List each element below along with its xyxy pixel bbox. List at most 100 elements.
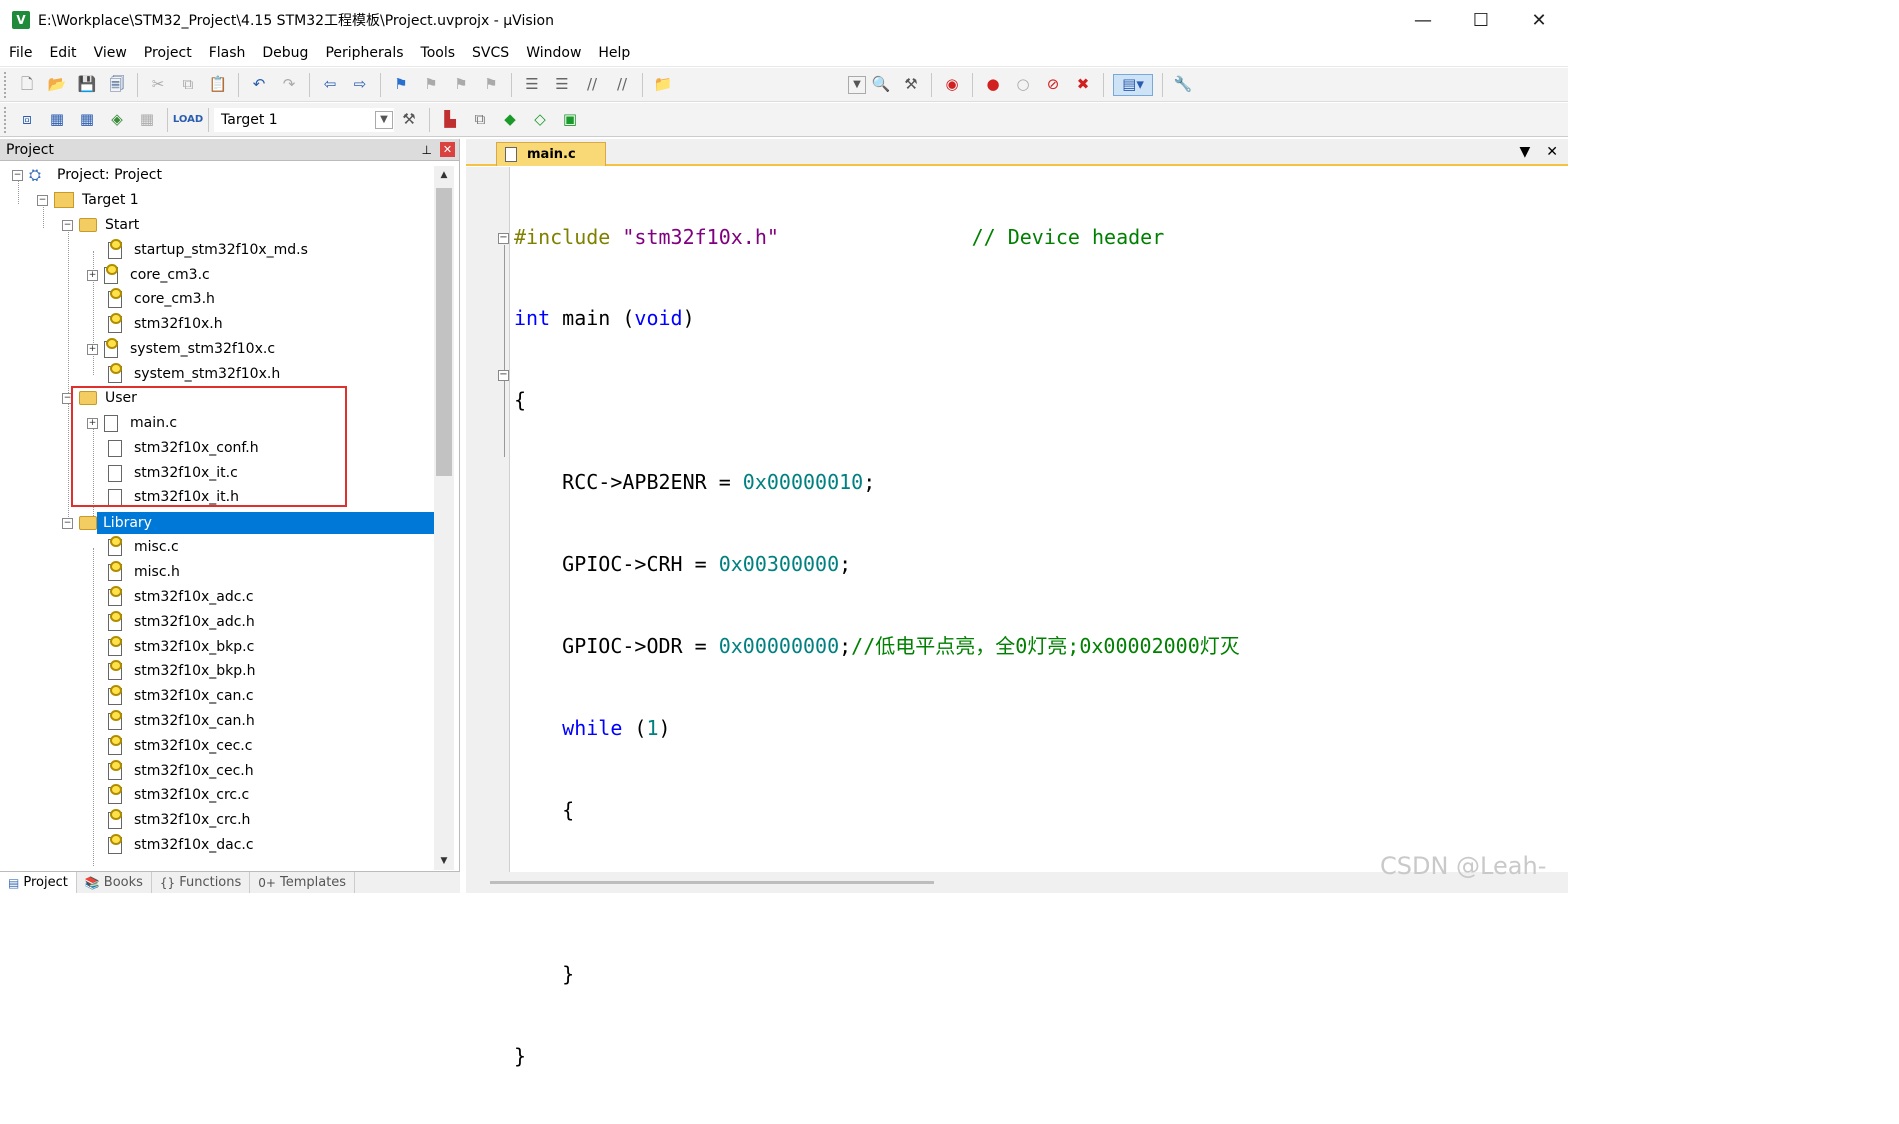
menu-tools[interactable]: Tools	[412, 45, 464, 61]
cut-icon[interactable]: ✂	[147, 74, 169, 96]
navigate-forward-icon[interactable]: ⇨	[349, 74, 371, 96]
code-content[interactable]: #include "stm32f10x.h" // Device header …	[514, 169, 1240, 1124]
paste-icon[interactable]: 📋	[207, 74, 229, 96]
kill-breakpoints-icon[interactable]: ✖	[1072, 74, 1094, 96]
code-editor[interactable]: − − #include "stm32f10x.h" // Device hea…	[466, 167, 1568, 1068]
project-tree-scrollbar[interactable]: ▲ ▼	[434, 166, 454, 870]
tree-file[interactable]: system_stm32f10x.h	[108, 362, 280, 386]
insert-breakpoint-icon[interactable]: ●	[982, 74, 1004, 96]
select-software-packs-icon[interactable]: ◇	[529, 109, 551, 131]
scroll-up-icon[interactable]: ▲	[434, 166, 454, 184]
menu-edit[interactable]: Edit	[40, 45, 84, 61]
close-window-button[interactable]: ✕	[1510, 0, 1568, 40]
pack-installer-icon[interactable]: ▣	[559, 109, 581, 131]
new-file-icon[interactable]: 🗋	[16, 74, 38, 96]
tree-file[interactable]: stm32f10x_bkp.h	[108, 659, 255, 683]
tree-file[interactable]: stm32f10x_crc.h	[108, 808, 250, 832]
menu-help[interactable]: Help	[589, 45, 638, 61]
redo-icon[interactable]: ↷	[278, 74, 300, 96]
tab-list-icon[interactable]: ▼	[1519, 144, 1530, 160]
open-file-icon[interactable]: 📂	[46, 74, 68, 96]
tree-file[interactable]: stm32f10x_crc.c	[108, 783, 249, 807]
collapse-icon[interactable]: −	[12, 169, 23, 181]
tree-group-library[interactable]: − Library	[62, 511, 434, 535]
tree-file[interactable]: stm32f10x_adc.c	[108, 585, 254, 609]
unindent-icon[interactable]: ☰	[551, 74, 573, 96]
tree-file[interactable]: startup_stm32f10x_md.s	[108, 238, 308, 262]
save-all-icon[interactable]: 🗐	[106, 74, 128, 96]
expand-icon[interactable]: +	[87, 269, 98, 281]
find-in-files-icon[interactable]: 📁	[652, 74, 674, 96]
manage-project-items-icon[interactable]: ▙	[439, 109, 461, 131]
menu-project[interactable]: Project	[135, 45, 200, 61]
fold-toggle-icon[interactable]: −	[498, 233, 509, 244]
menu-svcs[interactable]: SVCS	[463, 45, 517, 61]
target-select[interactable]: Target 1 ▼	[214, 107, 394, 132]
scrollbar-thumb[interactable]	[490, 881, 934, 884]
tree-file[interactable]: stm32f10x_dac.c	[108, 833, 254, 857]
tree-file[interactable]: stm32f10x_cec.h	[108, 759, 254, 783]
target-options-icon[interactable]: ⚒	[398, 109, 420, 131]
tree-file[interactable]: stm32f10x_adc.h	[108, 610, 255, 634]
minimize-button[interactable]: —	[1394, 0, 1452, 40]
tree-file[interactable]: core_cm3.h	[108, 287, 215, 311]
pin-icon[interactable]: ⊥	[422, 143, 432, 157]
debug-session-icon[interactable]: ◉	[941, 74, 963, 96]
save-icon[interactable]: 💾	[76, 74, 98, 96]
menu-peripherals[interactable]: Peripherals	[316, 45, 411, 61]
chevron-down-icon[interactable]: ▼	[375, 110, 393, 129]
prev-bookmark-icon[interactable]: ⚑	[420, 74, 442, 96]
collapse-icon[interactable]: −	[37, 194, 48, 206]
undo-icon[interactable]: ↶	[248, 74, 270, 96]
menu-file[interactable]: File	[0, 45, 40, 61]
toolbar-grip[interactable]	[4, 71, 8, 98]
menu-debug[interactable]: Debug	[253, 45, 316, 61]
copy-icon[interactable]: ⧉	[177, 74, 199, 96]
tree-file[interactable]: + system_stm32f10x.c	[87, 337, 275, 361]
menu-flash[interactable]: Flash	[200, 45, 254, 61]
batch-build-icon[interactable]: ◈	[106, 109, 128, 131]
toolbar-grip[interactable]	[4, 106, 8, 133]
find-icon[interactable]: 🔍	[870, 74, 892, 96]
tree-file[interactable]: stm32f10x_bkp.c	[108, 635, 254, 659]
disable-breakpoints-icon[interactable]: ⊘	[1042, 74, 1064, 96]
scroll-down-icon[interactable]: ▼	[434, 852, 454, 870]
tree-file[interactable]: misc.h	[108, 560, 180, 584]
stop-build-icon[interactable]: ▦	[136, 109, 158, 131]
collapse-icon[interactable]: −	[62, 517, 73, 529]
tab-templates[interactable]: 0+ Templates	[250, 872, 356, 893]
rebuild-icon[interactable]: ▦	[76, 109, 98, 131]
build-icon[interactable]: ▦	[46, 109, 68, 131]
tab-books[interactable]: 📚 Books	[77, 872, 152, 893]
tree-target[interactable]: − Target 1	[37, 188, 139, 212]
tree-file[interactable]: stm32f10x_can.h	[108, 709, 255, 733]
uncomment-icon[interactable]: //	[611, 74, 633, 96]
tree-file[interactable]: + core_cm3.c	[87, 263, 210, 287]
tree-file[interactable]: stm32f10x_can.c	[108, 684, 254, 708]
find-dropdown-arrow-icon[interactable]: ▼	[848, 75, 866, 94]
comment-icon[interactable]: //	[581, 74, 603, 96]
tree-file[interactable]: stm32f10x_cec.c	[108, 734, 252, 758]
clear-bookmarks-icon[interactable]: ⚑	[480, 74, 502, 96]
configure-icon[interactable]: 🔧	[1172, 74, 1194, 96]
incremental-find-icon[interactable]: ⚒	[900, 74, 922, 96]
tree-group-start[interactable]: − Start	[62, 213, 139, 237]
close-tab-icon[interactable]: ✕	[1546, 144, 1558, 160]
close-panel-button[interactable]: ✕	[440, 142, 455, 157]
tab-functions[interactable]: {} Functions	[152, 872, 251, 893]
tab-main-c[interactable]: main.c	[496, 142, 606, 166]
enable-breakpoint-icon[interactable]: ○	[1012, 74, 1034, 96]
manage-run-time-environment-icon[interactable]: ◆	[499, 109, 521, 131]
indent-icon[interactable]: ☰	[521, 74, 543, 96]
bookmark-icon[interactable]: ⚑	[390, 74, 412, 96]
scrollbar-thumb[interactable]	[436, 188, 452, 476]
tree-project-root[interactable]: − ⛭ Project: Project	[12, 163, 162, 187]
tree-file[interactable]: misc.c	[108, 535, 179, 559]
next-bookmark-icon[interactable]: ⚑	[450, 74, 472, 96]
collapse-icon[interactable]: −	[62, 219, 73, 231]
file-extensions-icon[interactable]: ⧉	[469, 109, 491, 131]
menu-view[interactable]: View	[85, 45, 135, 61]
translate-icon[interactable]: ⧈	[16, 109, 38, 131]
menu-window[interactable]: Window	[517, 45, 589, 61]
navigate-back-icon[interactable]: ⇦	[319, 74, 341, 96]
